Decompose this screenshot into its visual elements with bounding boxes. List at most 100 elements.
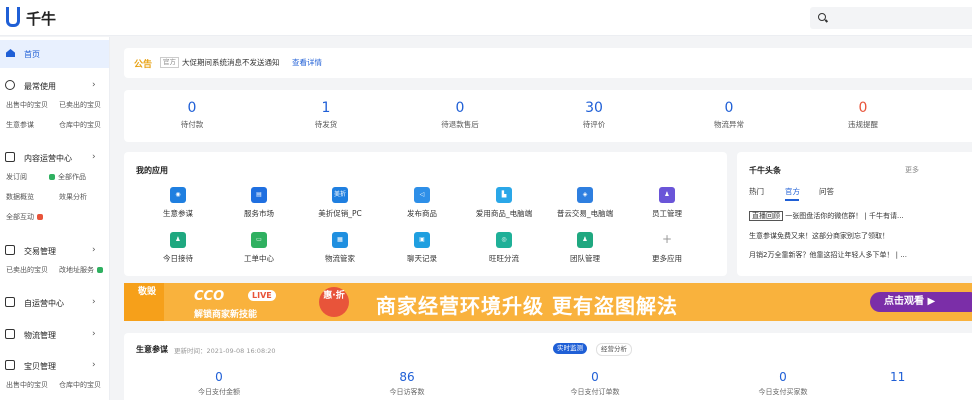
app-item[interactable]: ◎ 旺旺分流	[464, 232, 544, 264]
stat-value: 11	[890, 370, 906, 384]
biz-stat[interactable]: 86 今日访客数	[327, 370, 487, 397]
app-item[interactable]: ♟ 员工管理	[627, 187, 707, 219]
stat-value: 0	[215, 370, 223, 384]
sidebar-link-with-badge[interactable]: 全部互动	[6, 212, 43, 222]
stat-pending-payment[interactable]: 0 待付款	[132, 100, 252, 130]
promo-banner[interactable]: 敬毁 CCO LIVE 解锁商家新技能 惠·折 商家经营环境升级 更有盗图解法 …	[124, 283, 972, 321]
tab-official[interactable]: 官方	[785, 186, 800, 197]
sidebar-link[interactable]: 仓库中的宝贝	[59, 380, 101, 390]
new-badge-icon	[49, 174, 55, 180]
biz-stat[interactable]: 0 今日支付买家数	[703, 370, 863, 397]
home-icon	[6, 49, 15, 57]
clock-icon	[5, 80, 15, 90]
sidebar-link[interactable]: 出售中的宝贝	[6, 380, 48, 390]
headline-item[interactable]: 生意参谋免费又来！这部分商家别忘了领取！	[749, 231, 889, 241]
app-icon: ◉	[170, 187, 186, 203]
stat-value: 30	[585, 100, 603, 116]
app-item[interactable]: ▭ 工单中心	[219, 232, 299, 264]
app-logo[interactable]: 千牛	[6, 6, 57, 29]
app-icon: ◁	[414, 187, 430, 203]
notice-detail-link[interactable]: 查看详情	[292, 57, 322, 68]
biz-stat[interactable]: 11	[890, 370, 930, 384]
app-item[interactable]: ◁ 发布商品	[382, 187, 462, 219]
sidebar-link[interactable]: 已卖出的宝贝	[6, 265, 48, 275]
stat-label: 待付款	[180, 120, 204, 129]
stat-label: 违规提醒	[848, 120, 878, 129]
sidebar-link[interactable]: 生意参谋	[6, 120, 34, 130]
sidebar-group-title: 物流管理	[24, 331, 56, 340]
app-item[interactable]: ♟ 团队管理	[545, 232, 625, 264]
app-item[interactable]: ♟ 今日接待	[138, 232, 218, 264]
app-item[interactable]: ▙ 爱用商品_电脑端	[464, 187, 544, 219]
tab-realtime[interactable]: 实时监测	[553, 343, 587, 354]
app-label: 爱用商品_电脑端	[475, 209, 533, 218]
banner-watch-button[interactable]: 点击观看 ▶	[870, 292, 972, 312]
app-item[interactable]: 美折 美折促销_PC	[300, 187, 380, 219]
banner-subtitle: 解锁商家新技能	[194, 310, 258, 320]
stat-value: 86	[399, 370, 415, 384]
notice-text[interactable]: 大促期间系统消息不发送通知	[182, 57, 280, 68]
app-item[interactable]: ▤ 服务市场	[219, 187, 299, 219]
app-label: 员工管理	[652, 209, 682, 218]
sidebar-link-with-badge[interactable]: 改地址服务	[59, 265, 103, 275]
sidebar-group-title: 自运营中心	[24, 299, 64, 308]
app-label: 更多应用	[652, 254, 682, 263]
app-icon: ◈	[577, 187, 593, 203]
tab-qa[interactable]: 问答	[819, 186, 834, 197]
headline-item[interactable]: 直播回顾 一张图盘活你的微信群！ | 千牛有请...	[749, 211, 904, 221]
sidebar-item-home[interactable]: 首页	[0, 40, 109, 68]
app-label: 物流管家	[325, 254, 355, 263]
app-icon: ♟	[170, 232, 186, 248]
notice-tag: 官方	[160, 57, 179, 68]
stat-label: 物流异常	[714, 120, 744, 129]
product-icon	[5, 360, 15, 370]
app-item[interactable]: + 更多应用	[627, 232, 707, 264]
stat-violation-alert[interactable]: 0 违规提醒	[803, 100, 923, 130]
stat-label: 待发货	[314, 120, 338, 129]
app-label: 聊天记录	[407, 254, 437, 263]
stat-pending-shipment[interactable]: 1 待发货	[266, 100, 386, 130]
stat-logistics-exception[interactable]: 0 物流异常	[669, 100, 789, 130]
stat-label: 今日支付金额	[198, 388, 240, 396]
headlines-panel: 千牛头条 更多 热门 官方 问答 直播回顾 一张图盘活你的微信群！ | 千牛有请…	[737, 152, 972, 276]
app-item[interactable]: ▣ 聊天记录	[382, 232, 462, 264]
stat-pending-refund[interactable]: 0 待退款售后	[400, 100, 520, 130]
banner-live-pill: LIVE	[248, 290, 276, 301]
order-stats-panel: 0 待付款 1 待发货 0 待退款售后 30 待评价 0 物流异常 0 违规提醒	[124, 90, 972, 142]
notice-title: 公告	[134, 60, 153, 70]
app-item[interactable]: ◈ 普云交易_电脑端	[545, 187, 625, 219]
app-icon: ▭	[251, 232, 267, 248]
sidebar-link[interactable]: 已卖出的宝贝	[59, 100, 101, 110]
banner-headline: 商家经营环境升级 更有盗图解法	[376, 294, 678, 318]
app-label: 团队管理	[570, 254, 600, 263]
headline-text: 一张图盘活你的微信群！ | 千牛有请...	[785, 212, 904, 220]
stat-value: 1	[321, 100, 331, 116]
headlines-more-link[interactable]: 更多	[905, 165, 919, 175]
sidebar-link[interactable]: 仓库中的宝贝	[59, 120, 101, 130]
sidebar-link[interactable]: 发订阅	[6, 172, 27, 182]
content-icon	[5, 152, 15, 162]
chevron-right-icon: ›	[92, 297, 96, 307]
app-item[interactable]: ◉ 生意参谋	[138, 187, 218, 219]
sidebar-link-with-badge[interactable]: 全部作品	[49, 172, 86, 182]
sidebar-link[interactable]: 出售中的宝贝	[6, 100, 48, 110]
sidebar-link[interactable]: 效果分析	[59, 192, 87, 202]
app-item[interactable]: ▦ 物流管家	[300, 232, 380, 264]
biz-update-time: 更新时间：2021-09-08 16:08:20	[174, 347, 276, 355]
tab-hot[interactable]: 热门	[749, 186, 764, 197]
sidebar-link[interactable]: 数据概览	[6, 192, 34, 202]
biz-stat[interactable]: 0 今日支付金额	[139, 370, 299, 397]
new-badge-icon	[97, 267, 103, 273]
stat-label: 今日支付订单数	[570, 388, 620, 396]
notice-bar: 公告 官方 大促期间系统消息不发送通知 查看详情	[124, 48, 972, 78]
app-logo-text: 千牛	[26, 10, 57, 28]
chevron-right-icon: ›	[92, 80, 96, 90]
tab-analysis[interactable]: 经营分析	[596, 343, 632, 356]
headline-item[interactable]: 月销2万全靠新客？他靠这招让年轻人多下单！ | ...	[749, 250, 907, 260]
sidebar-item-label: 首页	[24, 50, 40, 59]
biz-stat[interactable]: 0 今日支付订单数	[515, 370, 675, 397]
search-icon	[818, 13, 826, 21]
stat-pending-review[interactable]: 30 待评价	[534, 100, 654, 130]
new-badge-icon	[37, 214, 43, 220]
search-input[interactable]	[810, 7, 972, 29]
